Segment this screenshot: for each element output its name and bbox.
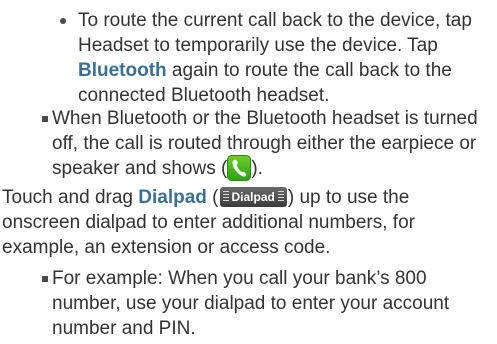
list-item-bluetooth-off: When Bluetooth or the Bluetooth headset … bbox=[42, 106, 482, 181]
headset-item-text-pre: To route the current call back to the de… bbox=[78, 10, 472, 56]
headset-item-text: To route the current call back to the de… bbox=[78, 8, 490, 108]
document-page: To route the current call back to the de… bbox=[0, 0, 497, 344]
bluetooth-off-item-text: When Bluetooth or the Bluetooth headset … bbox=[52, 106, 482, 181]
dialpad-handle-icon: Dialpad bbox=[219, 186, 287, 207]
square-bullet-icon bbox=[42, 116, 48, 122]
grip-right-icon bbox=[277, 190, 284, 203]
phone-call-icon bbox=[227, 154, 252, 181]
dialpad-open-paren: ( bbox=[206, 187, 219, 208]
list-item-example: For example: When you call your bank’s 8… bbox=[42, 266, 482, 341]
bluetooth-off-text-pre: When Bluetooth or the Bluetooth headset … bbox=[52, 108, 478, 179]
bluetooth-bold-term: Bluetooth bbox=[78, 60, 167, 81]
example-item-text: For example: When you call your bank’s 8… bbox=[52, 268, 450, 339]
dialpad-bold-term: Dialpad bbox=[138, 187, 207, 208]
dialpad-paragraph: Touch and drag Dialpad (Dialpad) up to u… bbox=[2, 185, 492, 260]
square-bullet-icon bbox=[42, 276, 48, 282]
bluetooth-off-text-post: ). bbox=[251, 158, 263, 179]
grip-left-icon bbox=[222, 190, 229, 203]
dialpad-text-pre: Touch and drag bbox=[2, 187, 139, 208]
dialpad-badge-label: Dialpad bbox=[231, 189, 275, 204]
round-bullet-icon bbox=[60, 18, 66, 24]
list-item-headset: To route the current call back to the de… bbox=[60, 8, 490, 108]
